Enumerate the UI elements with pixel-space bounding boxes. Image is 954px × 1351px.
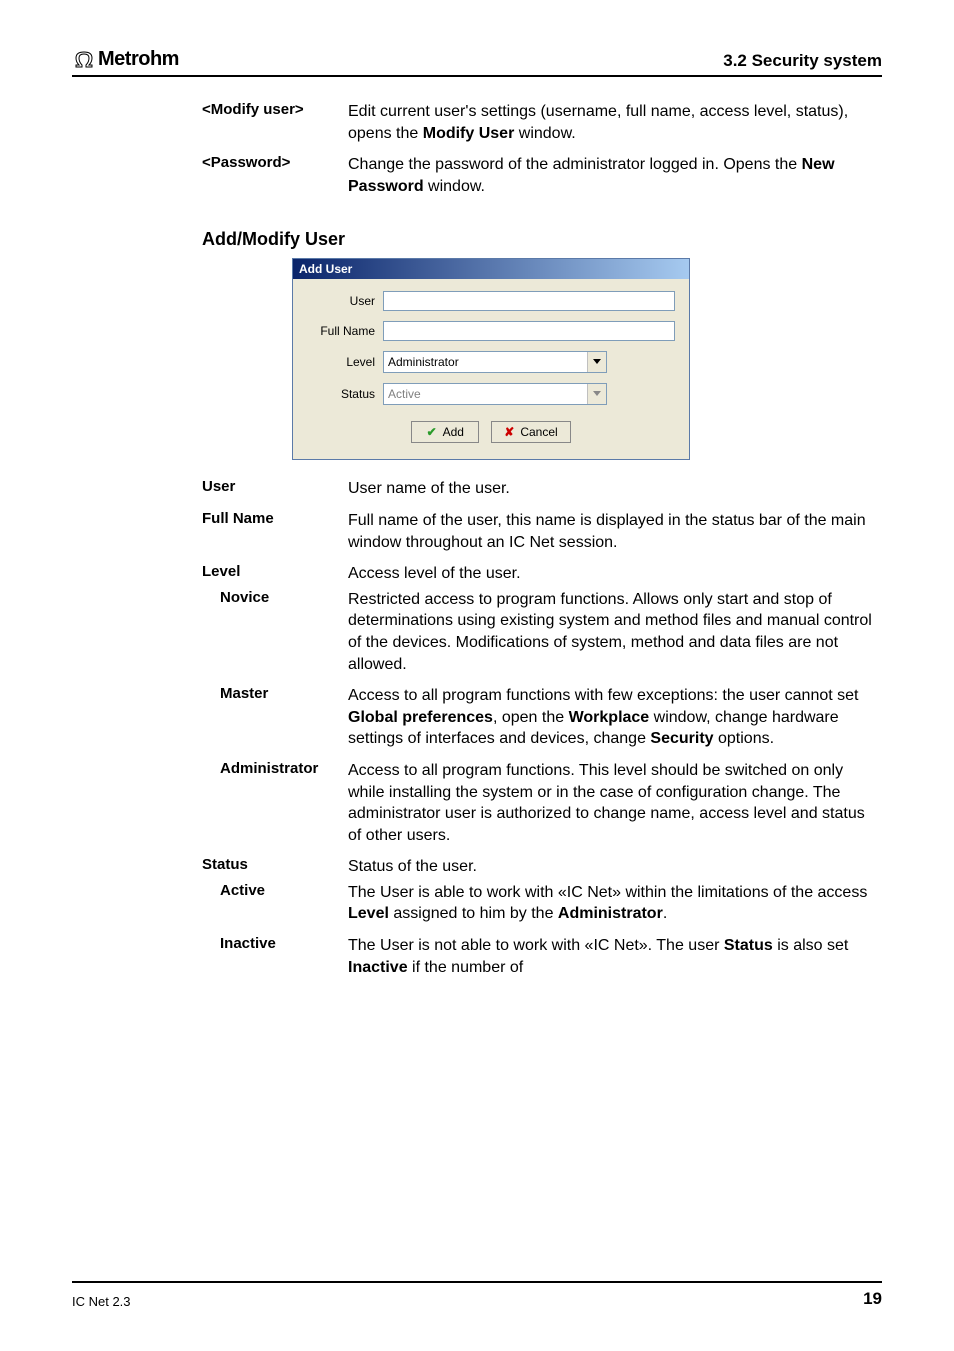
term-modify-user: <Modify user> <box>202 101 348 144</box>
status-select: Active <box>383 383 607 405</box>
user-input[interactable] <box>383 291 675 311</box>
def-inactive: Inactive The User is not able to work wi… <box>220 935 882 978</box>
desc-inactive: The User is not able to work with «IC Ne… <box>348 935 882 978</box>
term-password: <Password> <box>202 154 348 197</box>
brand-logo: Metrohm <box>72 48 179 71</box>
page-number: 19 <box>863 1289 882 1309</box>
term-level: Level <box>202 563 348 585</box>
def-master: Master Access to all program functions w… <box>220 685 882 750</box>
term-novice: Novice <box>220 589 348 675</box>
section-title: 3.2 Security system <box>723 51 882 71</box>
desc-password: Change the password of the administrator… <box>348 154 882 197</box>
option-modify-user: <Modify user> Edit current user's settin… <box>202 101 882 144</box>
desc-status: Status of the user. <box>348 856 882 878</box>
desc-novice: Restricted access to program functions. … <box>348 589 882 675</box>
def-administrator: Administrator Access to all program func… <box>220 760 882 846</box>
desc-active: The User is able to work with «IC Net» w… <box>348 882 882 925</box>
term-inactive: Inactive <box>220 935 348 978</box>
section-subhead: Add/Modify User <box>202 229 882 250</box>
term-administrator: Administrator <box>220 760 348 846</box>
add-button-label: Add <box>443 425 464 439</box>
option-password: <Password> Change the password of the ad… <box>202 154 882 197</box>
cancel-button[interactable]: ✘ Cancel <box>491 421 570 443</box>
desc-administrator: Access to all program functions. This le… <box>348 760 882 846</box>
check-icon: ✔ <box>427 425 437 439</box>
label-user: User <box>307 294 383 308</box>
footer-version: IC Net 2.3 <box>72 1294 131 1309</box>
term-active: Active <box>220 882 348 925</box>
page-header: Metrohm 3.2 Security system <box>72 48 882 77</box>
level-select[interactable]: Administrator <box>383 351 607 373</box>
add-user-dialog: Add User User Full Name Level Administra… <box>292 258 690 460</box>
term-full-name: Full Name <box>202 510 348 553</box>
desc-master: Access to all program functions with few… <box>348 685 882 750</box>
def-active: Active The User is able to work with «IC… <box>220 882 882 925</box>
label-full-name: Full Name <box>307 324 383 338</box>
def-novice: Novice Restricted access to program func… <box>220 589 882 675</box>
term-user: User <box>202 478 348 500</box>
def-status: Status Status of the user. <box>202 856 882 878</box>
chevron-down-icon <box>587 384 606 404</box>
def-user: User User name of the user. <box>202 478 882 500</box>
label-status: Status <box>307 387 383 401</box>
desc-full-name: Full name of the user, this name is disp… <box>348 510 882 553</box>
close-icon: ✘ <box>504 425 514 439</box>
def-full-name: Full Name Full name of the user, this na… <box>202 510 882 553</box>
def-level: Level Access level of the user. <box>202 563 882 585</box>
chevron-down-icon[interactable] <box>587 352 606 372</box>
level-value: Administrator <box>384 355 587 369</box>
label-level: Level <box>307 355 383 369</box>
desc-user: User name of the user. <box>348 478 882 500</box>
dialog-title: Add User <box>293 259 689 279</box>
brand-text: Metrohm <box>98 48 179 71</box>
status-value: Active <box>384 387 587 401</box>
cancel-button-label: Cancel <box>520 425 557 439</box>
desc-level: Access level of the user. <box>348 563 882 585</box>
desc-modify-user: Edit current user's settings (username, … <box>348 101 882 144</box>
full-name-input[interactable] <box>383 321 675 341</box>
add-button[interactable]: ✔ Add <box>411 421 479 443</box>
omega-icon <box>72 51 96 69</box>
term-master: Master <box>220 685 348 750</box>
page-footer: IC Net 2.3 19 <box>72 1281 882 1309</box>
term-status: Status <box>202 856 348 878</box>
